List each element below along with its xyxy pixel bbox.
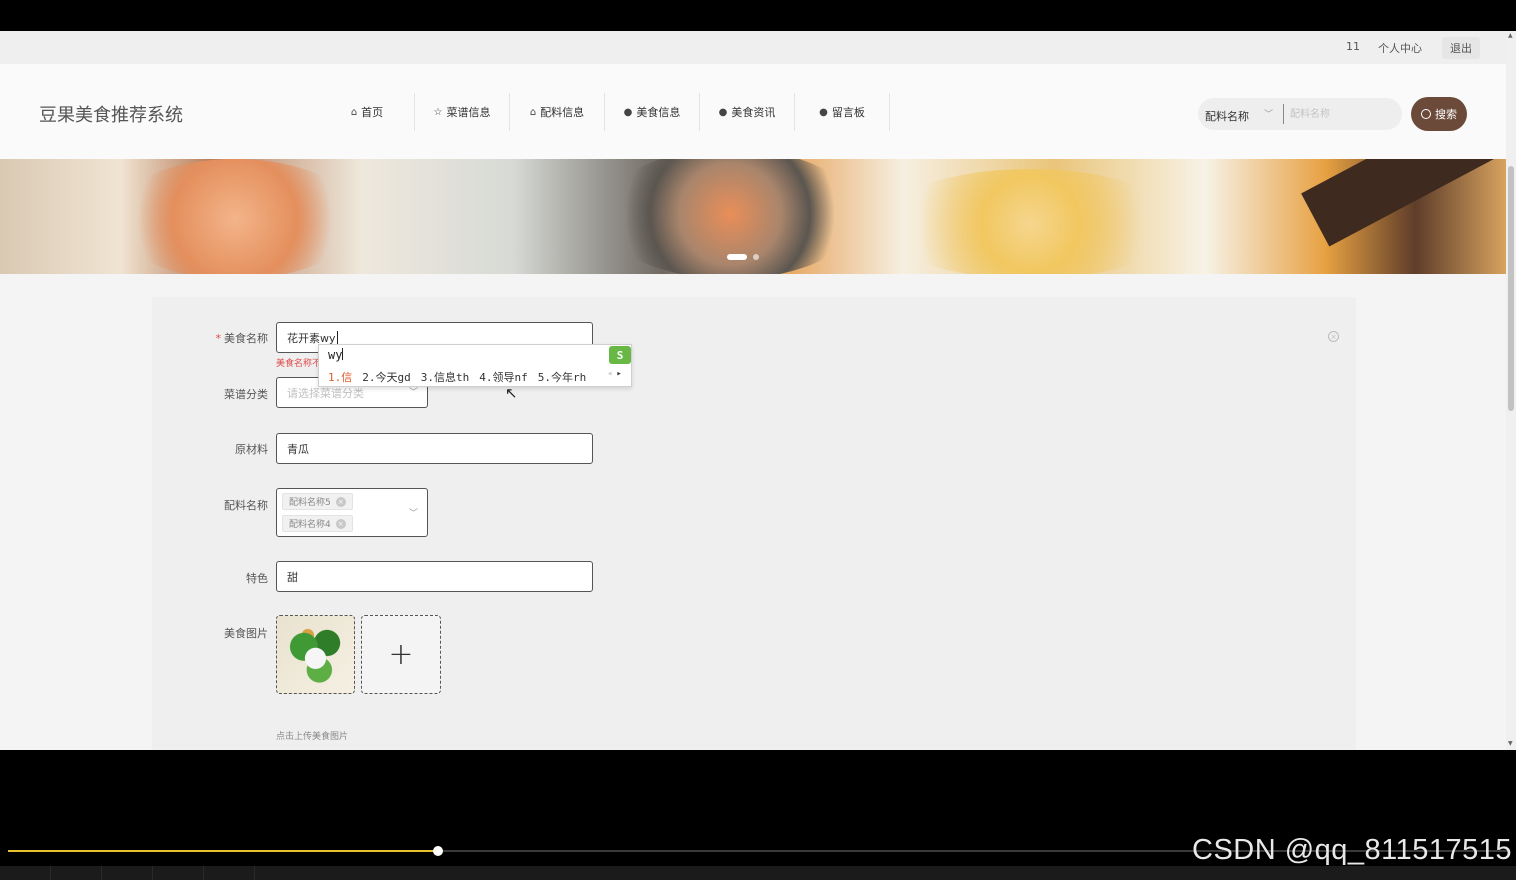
ime-candidate-popup: wy S 1.信 2.今天gd 3.信息th 4.领导nf 5.今年rh ◂ ▸ (318, 344, 632, 387)
logout-button[interactable]: 退出 (1442, 37, 1480, 59)
ime-composition-text: wy (328, 348, 343, 362)
ime-candidate[interactable]: 1.信 (328, 369, 352, 385)
close-circle-icon[interactable]: × (1328, 331, 1339, 342)
progress-fill (8, 850, 438, 852)
upload-hint: 点击上传美食图片 (276, 732, 349, 742)
search-icon (1421, 109, 1431, 119)
ime-candidate[interactable]: 5.今年rh (538, 369, 587, 385)
username-label: 11 (1346, 40, 1360, 53)
browser-viewport: 11 个人中心 退出 豆果美食推荐系统 ⌂ 首页 ☆ 菜谱信息 ⌂ 配料信息 ●… (0, 31, 1516, 750)
site-header: 豆果美食推荐系统 ⌂ 首页 ☆ 菜谱信息 ⌂ 配料信息 ● 美食信息 ● 美食资… (0, 64, 1506, 159)
ime-candidate[interactable]: 4.领导nf (479, 369, 528, 385)
carousel-indicators (727, 254, 759, 260)
nav-item-label: 配料信息 (540, 106, 585, 119)
search-field-select[interactable]: 配料名称 (1205, 108, 1249, 124)
required-mark: * (215, 332, 222, 345)
nav-item-label: 菜谱信息 (446, 106, 491, 119)
nav-item-label: 美食信息 (636, 106, 681, 119)
csdn-watermark: CSDN @qq_811517515 (1192, 834, 1513, 866)
ime-candidates: 1.信 2.今天gd 3.信息th 4.领导nf 5.今年rh (328, 369, 586, 385)
raw-material-input[interactable]: 青瓜 (276, 433, 593, 464)
ingredient-tag-label: 配料名称5 (289, 498, 331, 508)
nav-item-message-board[interactable]: ● 留言板 (795, 93, 890, 131)
carousel-dot-active[interactable] (727, 254, 747, 260)
ingredients-label: 配料名称 (224, 499, 268, 512)
ime-paging: ◂ ▸ (607, 369, 622, 379)
plus-icon: + (388, 637, 414, 672)
question-icon: ● (718, 106, 728, 118)
nav-item-label: 留言板 (831, 106, 865, 119)
nav-item-food-news[interactable]: ● 美食资讯 (700, 93, 795, 131)
user-center-link[interactable]: 个人中心 (1378, 40, 1422, 56)
nav-item-label: 美食资讯 (731, 106, 776, 119)
chevron-right-icon[interactable]: ▸ (616, 369, 621, 379)
scroll-down-arrow-icon[interactable]: ▼ (1508, 740, 1513, 747)
close-icon[interactable]: × (335, 518, 346, 529)
carousel-dot[interactable] (753, 254, 759, 260)
feature-input[interactable]: 甜 (276, 561, 593, 592)
mouse-cursor-icon: ↖ (505, 384, 518, 402)
chevron-down-icon[interactable]: ﹀ (409, 506, 418, 519)
raw-material-value: 青瓜 (287, 442, 309, 456)
player-bottom-strip (0, 866, 1516, 880)
food-name-error: 美食名称不 (276, 359, 322, 369)
info-icon: ● (623, 106, 633, 118)
info-icon: ● (819, 106, 828, 118)
food-name-label-text: 美食名称 (224, 332, 268, 345)
ime-logo-icon: S (609, 346, 631, 364)
search-divider (1283, 104, 1284, 124)
star-icon: ☆ (433, 106, 443, 118)
search-button[interactable]: 搜索 (1411, 97, 1467, 131)
food-name-label: * 美食名称 (152, 330, 269, 346)
nav-item-home[interactable]: ⌂ 首页 (320, 93, 415, 131)
nav-item-food-info[interactable]: ● 美食信息 (605, 93, 700, 131)
feature-value: 甜 (287, 570, 298, 584)
site-logo[interactable]: 豆果美食推荐系统 (39, 101, 183, 127)
banner-image-shape (1301, 159, 1506, 247)
top-utility-bar: 11 个人中心 退出 (0, 31, 1506, 64)
bag-icon: ⌂ (529, 106, 537, 118)
page-scrollbar[interactable]: ▲ ▼ (1506, 31, 1516, 750)
progress-knob[interactable] (433, 846, 443, 856)
ime-candidate[interactable]: 3.信息th (421, 369, 470, 385)
category-label: 菜谱分类 (224, 388, 268, 401)
chevron-down-icon[interactable]: ﹀ (1264, 107, 1273, 120)
image-label: 美食图片 (224, 627, 268, 640)
ingredient-tag: 配料名称5 × (282, 493, 353, 510)
search-input[interactable] (1290, 104, 1395, 124)
video-player-controls: CSDN @qq_811517515 (0, 750, 1516, 880)
ingredient-tag-label: 配料名称4 (289, 520, 331, 530)
ime-composition: wy (328, 348, 344, 362)
scroll-up-arrow-icon[interactable]: ▲ (1508, 32, 1513, 39)
ime-caret (342, 348, 344, 360)
chevron-left-icon[interactable]: ◂ (607, 369, 612, 379)
nav-item-ingredients[interactable]: ⌂ 配料信息 (510, 93, 605, 131)
close-icon[interactable]: × (335, 496, 346, 507)
upload-add-button[interactable]: + (361, 615, 441, 694)
search-bar: 配料名称 ﹀ (1198, 98, 1402, 130)
ingredient-tag: 配料名称4 × (282, 515, 353, 532)
uploaded-food-image[interactable] (276, 615, 355, 694)
banner-image-shape (110, 159, 360, 274)
home-icon: ⌂ (350, 106, 358, 118)
nav-item-label: 首页 (361, 106, 384, 119)
raw-material-label: 原材料 (235, 443, 268, 456)
search-button-label: 搜索 (1435, 108, 1457, 121)
banner-carousel[interactable] (0, 159, 1506, 274)
scrollbar-thumb[interactable] (1508, 166, 1514, 411)
nav-item-recipes[interactable]: ☆ 菜谱信息 (415, 93, 510, 131)
feature-label: 特色 (246, 572, 268, 585)
main-nav: ⌂ 首页 ☆ 菜谱信息 ⌂ 配料信息 ● 美食信息 ● 美食资讯 ● 留言板 (320, 93, 890, 131)
ime-candidate[interactable]: 2.今天gd (362, 369, 411, 385)
text-caret (336, 331, 338, 344)
banner-image-shape (880, 169, 1180, 274)
